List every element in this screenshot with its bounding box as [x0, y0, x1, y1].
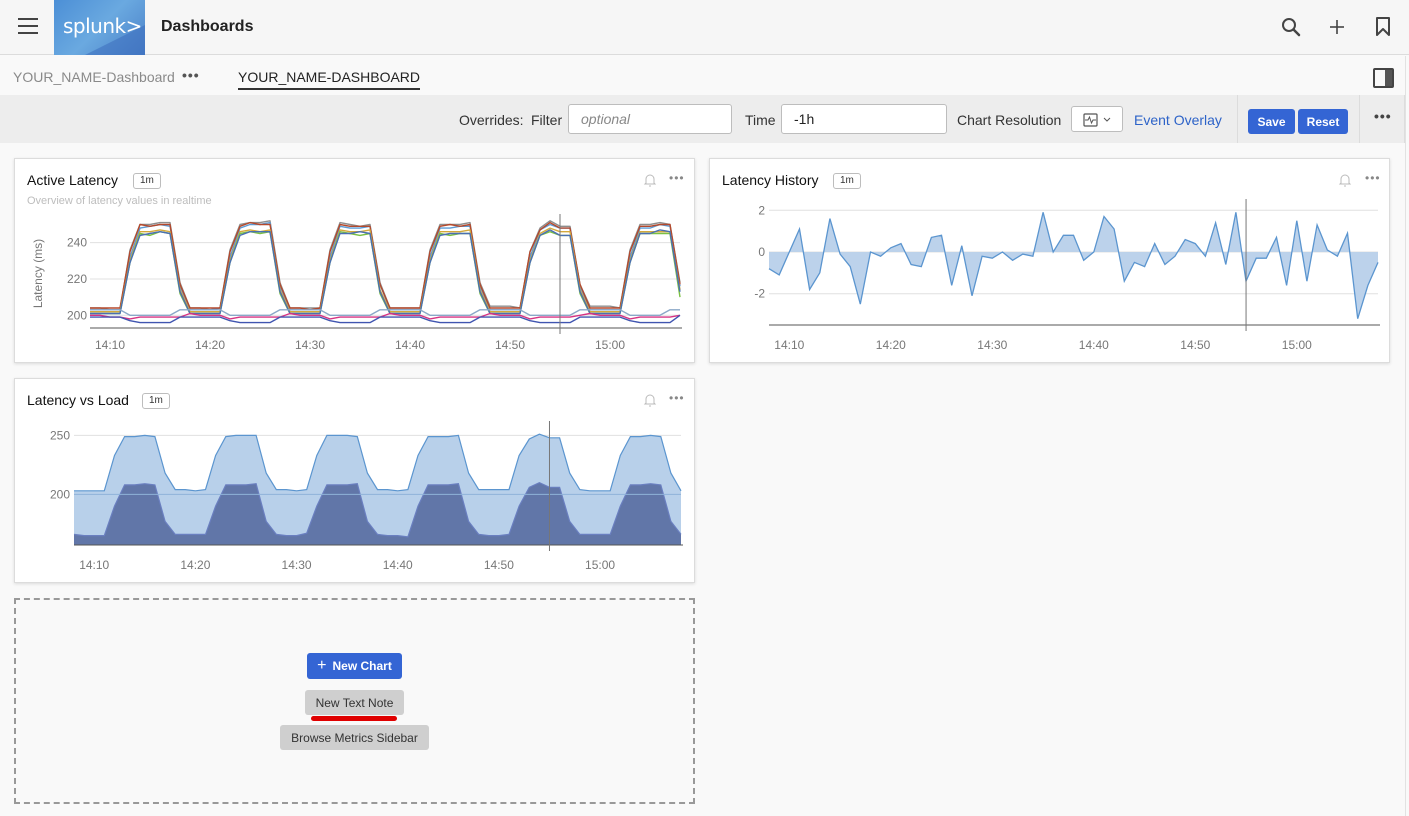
scrollbar-track	[1405, 56, 1406, 816]
top-bar: splunk> Dashboards	[0, 0, 1409, 55]
dashboard-more-button[interactable]: •••	[1374, 108, 1392, 124]
save-button[interactable]: Save	[1248, 109, 1295, 134]
app-title: Dashboards	[161, 18, 254, 35]
y-tick-label: 200	[50, 487, 70, 501]
dashboard-group-more-button[interactable]: •••	[182, 67, 200, 83]
x-tick-label: 14:50	[484, 558, 514, 572]
x-tick-label: 14:20	[180, 558, 210, 572]
x-tick-label: 14:30	[977, 338, 1007, 352]
time-input[interactable]	[781, 104, 947, 134]
new-chart-button[interactable]: + New Chart	[307, 653, 402, 679]
chart-resolution-label: Chart Resolution	[957, 112, 1062, 128]
plus-icon[interactable]	[1325, 14, 1349, 40]
series-line-low-3	[90, 314, 681, 324]
event-overlay-link[interactable]: Event Overlay	[1134, 112, 1222, 128]
menu-icon[interactable]	[18, 18, 38, 34]
splunk-logo[interactable]: splunk>	[54, 0, 145, 55]
overrides-label: Overrides:	[459, 112, 524, 128]
dashboard-tabs-bar: YOUR_NAME-Dashboard ••• YOUR_NAME-DASHBO…	[0, 56, 1409, 94]
new-text-note-button[interactable]: New Text Note	[305, 690, 404, 715]
y-axis-label: Latency (ms)	[31, 239, 45, 308]
chart-card-active-latency: Active Latency 1m Overview of latency va…	[14, 158, 695, 363]
x-tick-label: 14:10	[95, 338, 125, 352]
divider	[1237, 95, 1238, 143]
chart-card-latency-history: Latency History 1m ••• 2 0 -2 14:10 14:20 14:…	[709, 158, 1390, 363]
time-label: Time	[745, 112, 776, 128]
series-line-high-3	[90, 221, 681, 311]
y-tick-label: 2	[758, 203, 765, 217]
x-tick-label: 15:00	[585, 558, 615, 572]
latency-history-chart[interactable]: 2 0 -2 14:10 14:20 14:30 14:40 14:50 15:00	[710, 159, 1391, 364]
x-tick-label: 14:10	[774, 338, 804, 352]
x-tick-label: 14:50	[495, 338, 525, 352]
y-tick-label: 240	[67, 236, 87, 250]
filter-input[interactable]	[568, 104, 732, 134]
filter-label: Filter	[531, 112, 563, 128]
bookmark-icon[interactable]	[1371, 14, 1395, 40]
reset-button[interactable]: Reset	[1298, 109, 1348, 134]
x-tick-label: 14:30	[282, 558, 312, 572]
x-tick-label: 14:20	[195, 338, 225, 352]
plus-icon: +	[317, 657, 327, 674]
x-tick-label: 14:50	[1180, 338, 1210, 352]
browse-metrics-sidebar-button[interactable]: Browse Metrics Sidebar	[280, 725, 429, 750]
chart-resolution-dropdown[interactable]	[1071, 106, 1123, 132]
x-tick-label: 14:40	[1079, 338, 1109, 352]
x-tick-label: 14:40	[383, 558, 413, 572]
x-tick-label: 14:20	[876, 338, 906, 352]
dashboard-group-name[interactable]: YOUR_NAME-Dashboard	[13, 69, 175, 85]
active-latency-chart[interactable]: 200 220 240 14:10 14:20 14:30 14:40 14:50 15:00 L…	[15, 159, 696, 364]
annotation-underline	[311, 716, 397, 721]
chart-card-latency-vs-load: Latency vs Load 1m ••• 250 200 14:10 14:20 1…	[14, 378, 695, 583]
x-tick-label: 15:00	[595, 338, 625, 352]
search-icon[interactable]	[1279, 14, 1303, 40]
x-tick-label: 14:30	[295, 338, 325, 352]
logo-text: splunk>	[63, 14, 142, 38]
x-tick-label: 14:40	[395, 338, 425, 352]
y-tick-label: 250	[50, 428, 70, 442]
x-tick-label: 14:10	[79, 558, 109, 572]
latency-vs-load-chart[interactable]: 250 200 14:10 14:20 14:30 14:40 14:50 15:00	[15, 379, 696, 584]
side-panel-toggle-icon[interactable]	[1373, 68, 1394, 88]
y-tick-label: 0	[758, 245, 765, 259]
new-chart-label: New Chart	[332, 659, 392, 673]
tab-your-name-dashboard[interactable]: YOUR_NAME-DASHBOARD	[238, 69, 421, 90]
divider	[1359, 95, 1360, 143]
x-tick-label: 15:00	[1282, 338, 1312, 352]
y-tick-label: 220	[67, 272, 87, 286]
y-tick-label: 200	[67, 308, 87, 322]
y-tick-label: -2	[754, 287, 765, 301]
